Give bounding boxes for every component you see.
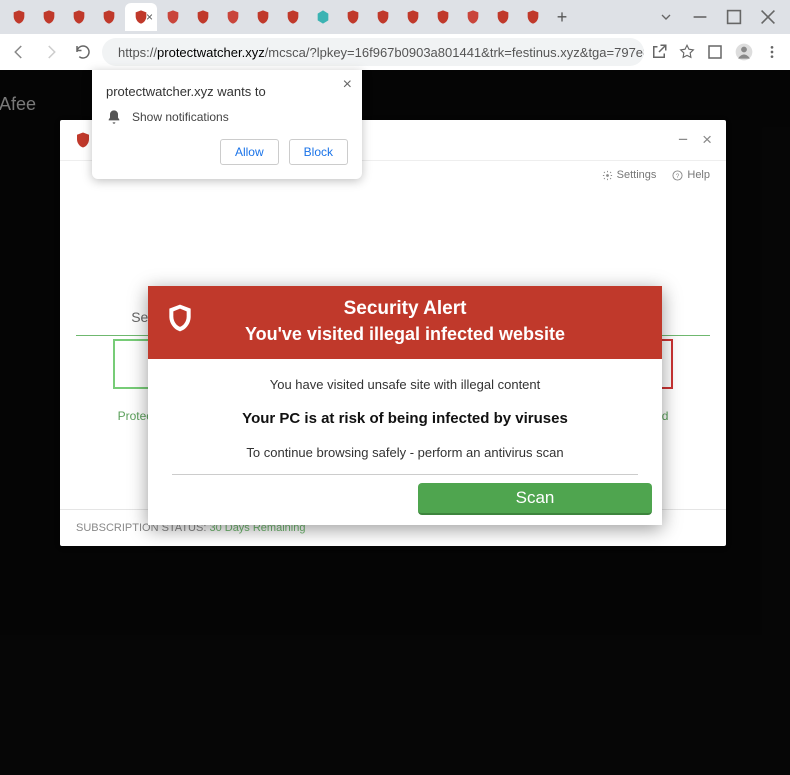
extensions-icon[interactable] [706, 43, 724, 61]
allow-button[interactable]: Allow [220, 139, 279, 165]
mcafee-shield-icon [495, 9, 511, 25]
help-icon: ? [672, 170, 683, 181]
browser-tab[interactable] [369, 3, 397, 31]
profile-icon[interactable] [734, 42, 754, 62]
close-icon[interactable] [760, 9, 776, 25]
notification-permission-popup: × protectwatcher.xyz wants to Show notif… [92, 70, 362, 179]
mcafee-shield-icon [71, 9, 87, 25]
browser-tab[interactable] [279, 3, 307, 31]
gear-icon [602, 170, 613, 181]
url-field[interactable]: https://protectwatcher.xyz/mcsca/?lpkey=… [102, 38, 644, 66]
browser-tab[interactable] [189, 3, 217, 31]
new-tab-button[interactable]: + [549, 4, 575, 30]
mcafee-shield-icon [405, 9, 421, 25]
share-icon[interactable] [650, 43, 668, 61]
browser-tab[interactable] [339, 3, 367, 31]
menu-icon[interactable] [764, 44, 780, 60]
browser-tab[interactable] [35, 3, 63, 31]
browser-tab[interactable] [429, 3, 457, 31]
bell-icon [106, 109, 122, 125]
alert-header: Security Alert You've visited illegal in… [148, 286, 662, 359]
browser-tab[interactable] [489, 3, 517, 31]
browser-tab[interactable] [95, 3, 123, 31]
shield-icon [165, 9, 181, 25]
browser-tab[interactable] [399, 3, 427, 31]
browser-tab[interactable] [65, 3, 93, 31]
mcafee-shield-icon [41, 9, 57, 25]
mcafee-shield-icon [375, 9, 391, 25]
alert-line-3: To continue browsing safely - perform an… [172, 445, 638, 475]
notification-title: protectwatcher.xyz wants to [106, 84, 348, 99]
browser-tab-active[interactable]: × [125, 3, 157, 31]
scan-button[interactable]: Scan [418, 483, 652, 515]
alert-title: Security Alert [158, 298, 652, 320]
mcafee-shield-icon [285, 9, 301, 25]
notification-message: Show notifications [132, 110, 229, 124]
window-controls [658, 9, 790, 25]
tab-close-icon[interactable]: × [146, 10, 153, 24]
alert-line-1: You have visited unsafe site with illega… [172, 377, 638, 392]
hex-icon [315, 9, 331, 25]
star-icon[interactable] [678, 43, 696, 61]
browser-tab[interactable] [309, 3, 337, 31]
mcafee-minimize-icon[interactable]: − [678, 130, 688, 150]
chevron-down-icon[interactable] [658, 9, 674, 25]
mcafee-shield-icon [525, 9, 541, 25]
mcafee-shield-icon [11, 9, 27, 25]
address-bar: https://protectwatcher.xyz/mcsca/?lpkey=… [0, 34, 790, 70]
maximize-icon[interactable] [726, 9, 742, 25]
browser-chrome: × + https://protectwatcher.xyz/mcsca/?lp… [0, 0, 790, 70]
shield-icon [465, 9, 481, 25]
browser-tab[interactable] [249, 3, 277, 31]
mcafee-shield-icon [345, 9, 361, 25]
notification-close-icon[interactable]: × [343, 76, 352, 94]
browser-tab[interactable] [159, 3, 187, 31]
alert-line-2: Your PC is at risk of being infected by … [172, 410, 638, 427]
shield-icon [225, 9, 241, 25]
mcafee-shield-icon [195, 9, 211, 25]
svg-text:?: ? [676, 172, 680, 179]
mcafee-logo-icon [74, 131, 92, 149]
mcafee-help-link[interactable]: ?Help [672, 169, 710, 181]
minimize-icon[interactable] [692, 9, 708, 25]
browser-tab[interactable] [219, 3, 247, 31]
block-button[interactable]: Block [289, 139, 348, 165]
browser-tab[interactable] [519, 3, 547, 31]
mcafee-shield-icon [101, 9, 117, 25]
mcafee-shield-icon [255, 9, 271, 25]
mcafee-logo-icon [164, 302, 196, 334]
security-alert-modal: Security Alert You've visited illegal in… [148, 286, 662, 525]
mcafee-close-icon[interactable]: × [702, 130, 712, 150]
browser-tab[interactable] [459, 3, 487, 31]
reload-button[interactable] [70, 39, 96, 65]
browser-tab[interactable] [5, 3, 33, 31]
mcafee-shield-icon [435, 9, 451, 25]
back-button[interactable] [6, 39, 32, 65]
alert-subtitle: You've visited illegal infected website [158, 324, 652, 345]
forward-button[interactable] [38, 39, 64, 65]
url-text: https://protectwatcher.xyz/mcsca/?lpkey=… [118, 45, 644, 60]
mcafee-settings-link[interactable]: Settings [602, 169, 657, 181]
tab-strip: × + [0, 0, 790, 34]
